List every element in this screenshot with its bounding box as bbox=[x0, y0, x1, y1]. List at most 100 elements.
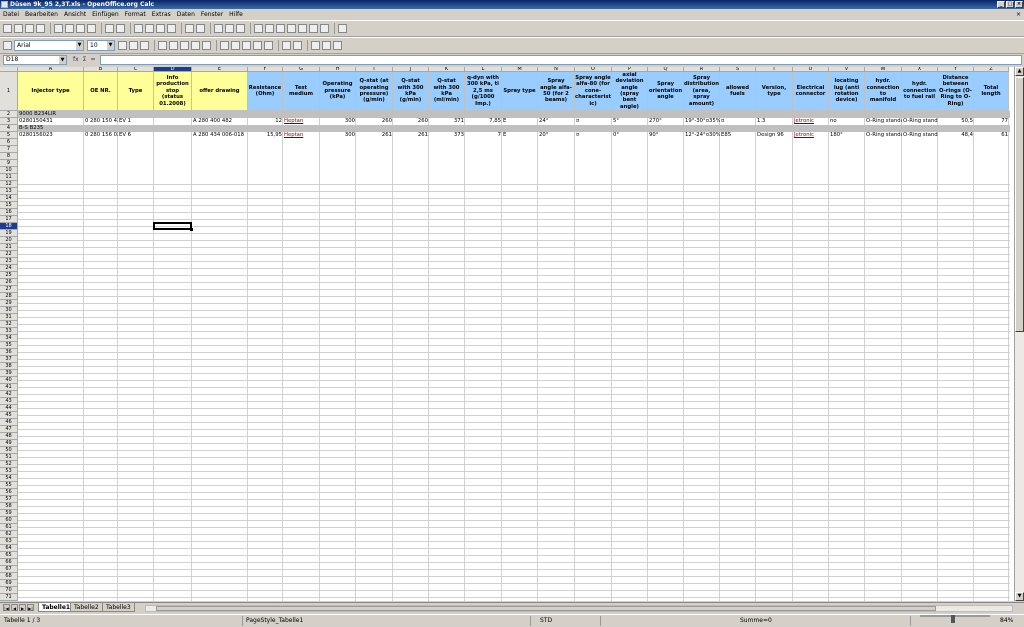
increase-indent-icon[interactable] bbox=[293, 41, 302, 50]
edit-file-icon[interactable] bbox=[54, 24, 63, 33]
row-header-37[interactable]: 37 bbox=[0, 356, 18, 363]
cell-q3[interactable]: 270° bbox=[648, 118, 684, 125]
merge-cells-icon[interactable] bbox=[202, 41, 211, 50]
row-header-12[interactable]: 12 bbox=[0, 181, 18, 188]
formula-input[interactable] bbox=[99, 54, 1022, 65]
row-header-34[interactable]: 34 bbox=[0, 335, 18, 342]
sort-descending-icon[interactable] bbox=[236, 24, 245, 33]
row-header-42[interactable]: 42 bbox=[0, 391, 18, 398]
cell-j3[interactable]: 260 bbox=[393, 118, 429, 125]
row-header-65[interactable]: 65 bbox=[0, 552, 18, 559]
row-header-22[interactable]: 22 bbox=[0, 251, 18, 258]
cell-k5[interactable]: 373 bbox=[429, 132, 465, 139]
row-header-67[interactable]: 67 bbox=[0, 566, 18, 573]
cell-n5[interactable]: 20° bbox=[538, 132, 575, 139]
row-header-26[interactable]: 26 bbox=[0, 279, 18, 286]
copy-icon[interactable] bbox=[145, 24, 154, 33]
row-header-50[interactable]: 50 bbox=[0, 447, 18, 454]
row-header-44[interactable]: 44 bbox=[0, 405, 18, 412]
scroll-up-icon[interactable]: ▲ bbox=[1015, 67, 1024, 76]
cell-m5[interactable]: E bbox=[502, 132, 538, 139]
pivot-icon[interactable] bbox=[265, 24, 274, 33]
group-row-4[interactable]: B-S B235 bbox=[18, 125, 1010, 132]
standard-format-icon[interactable] bbox=[242, 41, 251, 50]
row-header-35[interactable]: 35 bbox=[0, 342, 18, 349]
row-header-58[interactable]: 58 bbox=[0, 503, 18, 510]
cell-o3[interactable]: ¤ bbox=[575, 118, 612, 125]
header-cell-u[interactable]: Electrical connector bbox=[793, 72, 829, 111]
cell-b3[interactable]: 0 280 150 431 bbox=[84, 118, 118, 125]
first-sheet-icon[interactable]: |◀ bbox=[3, 604, 10, 611]
close-button[interactable]: × bbox=[1015, 1, 1023, 8]
row-header-3[interactable]: 3 bbox=[0, 118, 18, 125]
cell-r3[interactable]: 19°-30°¤35% bbox=[684, 118, 720, 125]
header-cell-c[interactable]: Type bbox=[118, 72, 154, 111]
row-header-10[interactable]: 10 bbox=[0, 167, 18, 174]
row-header-39[interactable]: 39 bbox=[0, 370, 18, 377]
align-center-icon[interactable] bbox=[169, 41, 178, 50]
percent-icon[interactable] bbox=[231, 41, 240, 50]
email-icon[interactable] bbox=[36, 24, 45, 33]
row-header-33[interactable]: 33 bbox=[0, 328, 18, 335]
cell-t3[interactable]: 1.3 bbox=[756, 118, 793, 125]
header-cell-l[interactable]: q-dyn with 300 kPa, ti 2,5 ms (g/1000 Im… bbox=[465, 72, 502, 111]
horizontal-scrollbar[interactable] bbox=[145, 605, 1013, 612]
cell-e5[interactable]: A 280 434 006-018 bbox=[192, 132, 248, 139]
cell-f5[interactable]: 15,95 bbox=[248, 132, 283, 139]
header-cell-a[interactable]: Injector type bbox=[18, 72, 84, 111]
cell-s3[interactable]: ¤ bbox=[720, 118, 756, 125]
zoom-icon[interactable] bbox=[320, 24, 329, 33]
row-header-5[interactable]: 5 bbox=[0, 132, 18, 139]
header-cell-f[interactable]: Resistance (Ohm) bbox=[248, 72, 283, 111]
name-box[interactable]: D18 ▼ bbox=[3, 54, 67, 65]
cell-z5[interactable]: 61 bbox=[974, 132, 1009, 139]
row-header-29[interactable]: 29 bbox=[0, 300, 18, 307]
cell-t5[interactable]: Design 96 bbox=[756, 132, 793, 139]
next-sheet-icon[interactable]: ▶ bbox=[19, 604, 26, 611]
cell-n3[interactable]: 24° bbox=[538, 118, 575, 125]
header-cell-n[interactable]: Spray angle alfa-50 (for 2 beams) bbox=[538, 72, 575, 111]
row-header-14[interactable]: 14 bbox=[0, 195, 18, 202]
cell-b5[interactable]: 0 280 156 023 bbox=[84, 132, 118, 139]
cell-p3[interactable]: 5° bbox=[612, 118, 648, 125]
row-header-23[interactable]: 23 bbox=[0, 258, 18, 265]
row-header-52[interactable]: 52 bbox=[0, 461, 18, 468]
new-document-icon[interactable] bbox=[3, 24, 12, 33]
menu-bearbeiten[interactable]: Bearbeiten bbox=[25, 10, 58, 20]
header-cell-v[interactable]: locating lug (anti rotation device) bbox=[829, 72, 865, 111]
row-header-66[interactable]: 66 bbox=[0, 559, 18, 566]
cell-x3[interactable]: O-Ring standa bbox=[902, 118, 938, 125]
cell-y3[interactable]: 50,5 bbox=[938, 118, 974, 125]
cell-w5[interactable]: O-Ring standa bbox=[865, 132, 902, 139]
cell-o5[interactable]: ¤ bbox=[575, 132, 612, 139]
row-header-41[interactable]: 41 bbox=[0, 384, 18, 391]
row-header-25[interactable]: 25 bbox=[0, 272, 18, 279]
menu-einfuegen[interactable]: Einfügen bbox=[92, 10, 118, 20]
row-header-54[interactable]: 54 bbox=[0, 475, 18, 482]
cell-i5[interactable]: 261 bbox=[356, 132, 393, 139]
undo-icon[interactable] bbox=[185, 24, 194, 33]
header-cell-k[interactable]: Q-stat with 300 kPa (ml/min) bbox=[429, 72, 465, 111]
cell-f3[interactable]: 12 bbox=[248, 118, 283, 125]
header-cell-o[interactable]: Spray angle alfa-80 (for cone-characteri… bbox=[575, 72, 612, 111]
menu-ansicht[interactable]: Ansicht bbox=[64, 10, 86, 20]
header-cell-t[interactable]: Version, type bbox=[756, 72, 793, 111]
borders-icon[interactable] bbox=[311, 41, 320, 50]
spreadsheet-grid[interactable]: A B C D E F G H I J K L M N O P Q R S T U V W X Y Z Injector type O… bbox=[0, 67, 1014, 601]
row-header-6[interactable]: 6 bbox=[0, 139, 18, 146]
row-header-46[interactable]: 46 bbox=[0, 419, 18, 426]
currency-icon[interactable] bbox=[220, 41, 229, 50]
font-color-icon[interactable] bbox=[333, 41, 342, 50]
row-header-57[interactable]: 57 bbox=[0, 496, 18, 503]
cell-w3[interactable]: O-Ring standa bbox=[865, 118, 902, 125]
cell-m3[interactable]: E bbox=[502, 118, 538, 125]
status-pagestyle[interactable]: PageStyle_Tabelle1 bbox=[246, 615, 303, 627]
row-header-30[interactable]: 30 bbox=[0, 307, 18, 314]
cell-x5[interactable]: O-Ring standa bbox=[902, 132, 938, 139]
group-row-2[interactable]: 9000 B234LIR bbox=[18, 111, 1010, 118]
navigator-icon[interactable] bbox=[298, 24, 307, 33]
close-document-icon[interactable]: × bbox=[1016, 10, 1021, 20]
row-header-32[interactable]: 32 bbox=[0, 321, 18, 328]
row-header-28[interactable]: 28 bbox=[0, 293, 18, 300]
row-header-19[interactable]: 19 bbox=[0, 230, 18, 237]
